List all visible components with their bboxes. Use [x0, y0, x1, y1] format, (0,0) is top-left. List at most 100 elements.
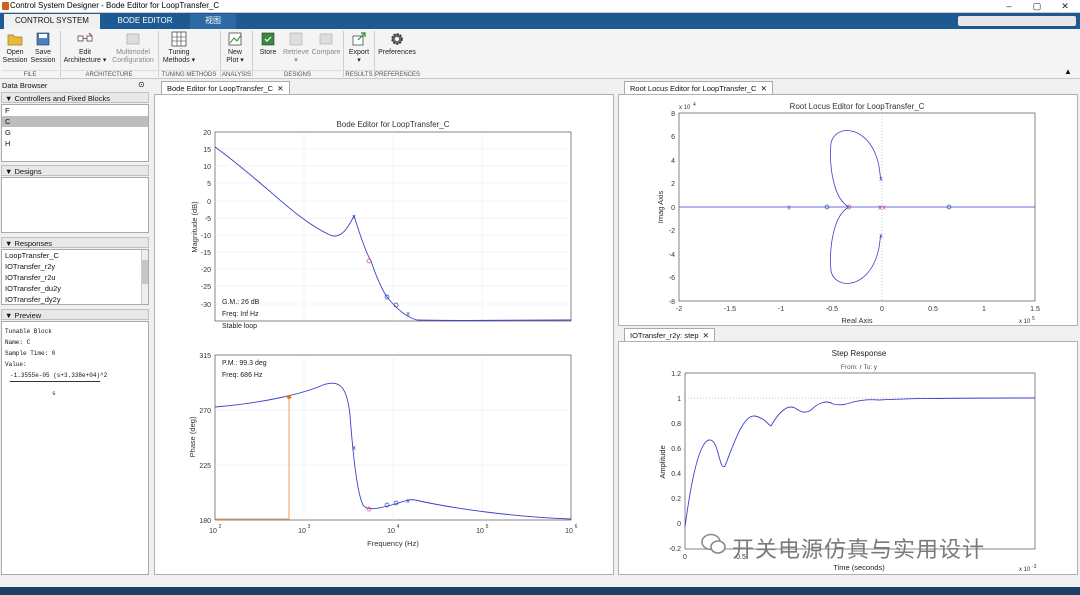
tick-label: 0.8 — [671, 421, 681, 428]
taskbar — [0, 587, 1080, 595]
responses-list: LoopTransfer_C IOTransfer_r2y IOTransfer… — [1, 249, 149, 305]
controllers-list: F C G H — [1, 104, 149, 162]
tab-view[interactable]: 视图 — [190, 14, 236, 29]
tick-label: -0.2 — [669, 546, 681, 553]
tick-label: 4 — [671, 158, 675, 165]
rlocus-x-scale-exp: 5 — [1032, 316, 1035, 322]
root-locus-plot[interactable]: Root Locus Editor for LoopTransfer_C x 1… — [619, 95, 1077, 325]
tick-label: 1.2 — [671, 371, 681, 378]
close-tab-icon[interactable]: ✕ — [703, 331, 709, 340]
quick-access-toolbar[interactable] — [958, 16, 1076, 26]
multimodel-icon — [125, 31, 141, 47]
list-item[interactable]: G — [2, 127, 148, 138]
list-item[interactable]: H — [2, 138, 148, 149]
close-button[interactable]: ✕ — [1052, 0, 1078, 13]
compare-button[interactable]: Compare — [311, 31, 341, 57]
store-button[interactable]: Store — [256, 31, 280, 57]
list-item[interactable]: IOTransfer_r2u — [2, 272, 148, 283]
group-designs: DESIGNS — [253, 70, 342, 78]
list-item[interactable]: F — [2, 105, 148, 116]
tick-exponent: 3 — [308, 524, 311, 530]
list-item[interactable]: IOTransfer_dy2y — [2, 294, 148, 304]
magnitude-ticks: 20 15 10 5 0 -5 -10 -15 -20 -25 -30 — [201, 130, 211, 309]
save-session-label: Save — [35, 49, 51, 56]
rlocus-ylabel: Imag Axis — [656, 190, 665, 223]
list-item[interactable]: IOTransfer_du2y — [2, 283, 148, 294]
export-label: Export — [348, 49, 370, 56]
collapse-ribbon-icon[interactable]: ▲ — [1064, 67, 1072, 76]
tick-label: 20 — [203, 130, 211, 137]
scrollbar-thumb[interactable] — [142, 260, 148, 284]
step-y-ticks: 1.2 1 0.8 0.6 0.4 0.2 0 -0.2 — [669, 371, 681, 553]
designs-section-header[interactable]: ▼ Designs — [1, 165, 149, 176]
multimodel-configuration-button[interactable]: Multimodel Configuration — [110, 31, 156, 65]
open-session-button[interactable]: Open Session — [2, 31, 28, 65]
tick-label: 180 — [199, 518, 211, 525]
preview-section-header[interactable]: ▼ Preview — [1, 309, 149, 320]
edit-architecture-button[interactable]: Edit Architecture ▾ — [63, 31, 107, 65]
tick-label: 6 — [671, 134, 675, 141]
tick-label: 10 — [387, 528, 395, 535]
root-locus-panel: Root Locus Editor for LoopTransfer_C x 1… — [618, 94, 1078, 326]
fraction-bar — [10, 381, 100, 382]
preview-line: Name: C — [5, 339, 31, 346]
preview-line: Value: — [5, 361, 27, 368]
tab-root-locus-editor[interactable]: Root Locus Editor for LoopTransfer_C ✕ — [624, 81, 773, 94]
new-plot-icon — [227, 31, 243, 47]
preview-panel: Tunable Block Name: C Sample Time: 0 Val… — [1, 321, 149, 575]
tuning-methods-button[interactable]: Tuning Methods ▾ — [161, 31, 197, 65]
tab-step-response[interactable]: IOTransfer_r2y: step ✕ — [624, 328, 715, 341]
save-disk-icon — [35, 31, 51, 47]
tab-bode-editor[interactable]: BODE EDITOR — [104, 14, 186, 29]
bode-title: Bode Editor for LoopTransfer_C — [336, 120, 449, 129]
phase-margin-freq-text: Freq: 686 Hz — [222, 372, 263, 379]
tab-control-system[interactable]: CONTROL SYSTEM — [4, 14, 100, 29]
list-item[interactable]: C — [2, 116, 148, 127]
tick-label: 315 — [199, 353, 211, 360]
retrieve-label-2: ▾ — [294, 57, 298, 64]
multimodel-label-2: Configuration — [112, 57, 154, 64]
preferences-button[interactable]: Preferences — [377, 31, 417, 57]
maximize-button[interactable]: ▢ — [1024, 0, 1050, 13]
tick-label: 1.5 — [1030, 306, 1040, 313]
tick-label: 0 — [683, 554, 687, 561]
export-label-2: ▾ — [357, 57, 361, 64]
phase-marker: x — [352, 445, 356, 452]
step-title: Step Response — [832, 349, 887, 358]
preview-header-label: Preview — [14, 311, 42, 320]
tuning-methods-label: Tuning — [168, 49, 190, 56]
stable-loop-text: Stable loop — [222, 323, 257, 330]
pole-marker: x — [879, 233, 883, 240]
designs-header-label: Designs — [14, 167, 42, 176]
rlocus-xlabel: Real Axis — [841, 316, 873, 325]
responses-section-header[interactable]: ▼ Responses — [1, 237, 149, 248]
retrieve-button[interactable]: Retrieve ▾ — [282, 31, 310, 65]
list-item[interactable]: IOTransfer_r2y — [2, 261, 148, 272]
save-session-button[interactable]: Save Session — [30, 31, 56, 65]
architecture-icon — [77, 31, 93, 47]
step-x-scale: x 10 — [1019, 567, 1031, 573]
export-button[interactable]: Export ▾ — [346, 31, 372, 65]
new-plot-button[interactable]: New Plot ▾ — [223, 31, 247, 65]
gain-margin-text: G.M.: 26 dB — [222, 299, 260, 306]
close-tab-icon[interactable]: ✕ — [277, 84, 283, 93]
preview-numerator: -1.3555e-05 (s+3.338e+04)^2 — [10, 372, 108, 379]
ribbon: Open Session Save Session Edit Architecture… — [0, 29, 1080, 79]
title-bar: Control System Designer - Bode Editor fo… — [0, 0, 1080, 13]
preview-line: Sample Time: 0 — [5, 350, 56, 357]
edit-architecture-label: Edit — [78, 49, 92, 56]
bode-plot[interactable]: Bode Editor for LoopTransfer_C x x 20 15… — [155, 95, 613, 574]
close-tab-icon[interactable]: ✕ — [761, 84, 767, 93]
pole-marker: x — [882, 205, 886, 212]
rlocus-title: Root Locus Editor for LoopTransfer_C — [790, 102, 925, 111]
controllers-section-header[interactable]: ▼ Controllers and Fixed Blocks — [1, 92, 149, 103]
list-item[interactable]: LoopTransfer_C — [2, 250, 148, 261]
responses-scrollbar[interactable] — [141, 250, 148, 304]
group-architecture: ARCHITECTURE — [61, 70, 157, 78]
rlocus-x-ticks: -2 -1.5 -1 -0.5 0 0.5 1 1.5 — [676, 306, 1040, 313]
minimize-button[interactable]: – — [996, 0, 1022, 13]
tab-bode-editor-doc[interactable]: Bode Editor for LoopTransfer_C ✕ — [161, 81, 290, 94]
browser-menu-icon[interactable]: ⊙ — [138, 80, 145, 89]
magnitude-marker: x — [406, 311, 410, 318]
pole-marker: x — [787, 205, 791, 212]
